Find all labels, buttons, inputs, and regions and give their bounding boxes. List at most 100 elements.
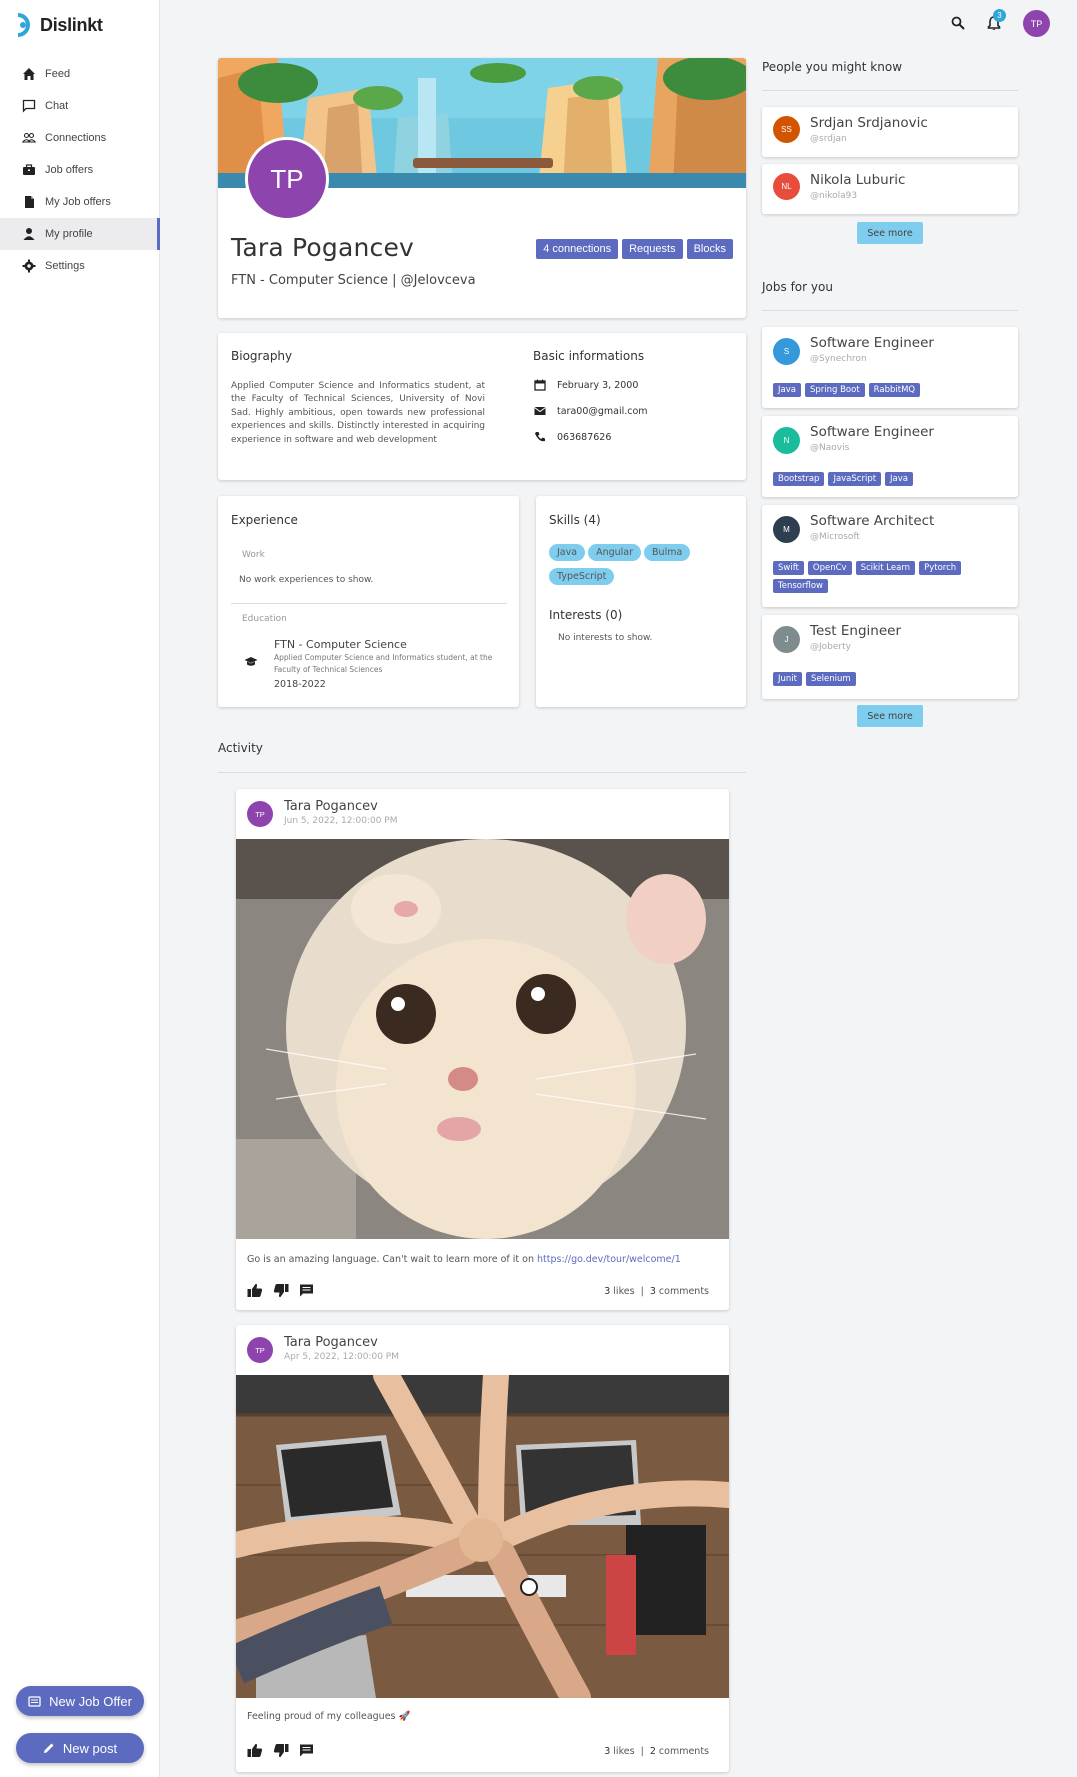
sidebar-item-my-profile[interactable]: My profile — [0, 218, 160, 250]
company-avatar: J — [773, 626, 800, 653]
user-avatar[interactable]: TP — [1023, 10, 1050, 37]
job-card[interactable]: J Test Engineer @Joberty Junit Selenium — [762, 615, 1018, 699]
email-row: tara00@gmail.com — [534, 405, 648, 417]
new-post-button[interactable]: New post — [16, 1733, 144, 1763]
post-avatar[interactable]: TP — [247, 801, 273, 827]
job-title[interactable]: Software Engineer — [810, 335, 934, 351]
brand[interactable]: Dislinkt — [14, 12, 103, 38]
sidebar-item-connections[interactable]: Connections — [0, 122, 160, 154]
jobs-see-more-button[interactable]: See more — [857, 705, 923, 727]
email-value: tara00@gmail.com — [557, 405, 648, 417]
skill-chip[interactable]: Angular — [588, 544, 642, 561]
post-link[interactable]: https://go.dev/tour/welcome/1 — [537, 1254, 681, 1265]
job-tags: Junit Selenium — [773, 672, 1009, 686]
jobs-title: Jobs for you — [762, 280, 833, 294]
document-icon — [25, 196, 34, 208]
new-job-offer-label: New Job Offer — [49, 1693, 132, 1709]
comments-label[interactable]: comments — [659, 1746, 709, 1757]
phone-icon — [535, 432, 545, 442]
work-label: Work — [242, 550, 265, 560]
graduation-cap-icon — [244, 657, 258, 666]
post-author[interactable]: Tara Pogancev — [284, 1335, 378, 1350]
sidebar-item-chat[interactable]: Chat — [0, 90, 160, 122]
company-avatar: S — [773, 338, 800, 365]
post-author[interactable]: Tara Pogancev — [284, 799, 378, 814]
basic-info-title: Basic informations — [533, 349, 645, 363]
sidebar-item-settings[interactable]: Settings — [0, 250, 160, 282]
job-card[interactable]: N Software Engineer @Naovis Bootstrap Ja… — [762, 416, 1018, 497]
job-tag: RabbitMQ — [868, 383, 921, 397]
post-text-body: Go is an amazing language. Can't wait to… — [247, 1254, 538, 1265]
job-card[interactable]: M Software Architect @Microsoft Swift Op… — [762, 505, 1018, 607]
biography-title: Biography — [231, 349, 293, 363]
search-icon[interactable] — [951, 16, 965, 30]
job-tag: Tensorflow — [773, 579, 828, 593]
comment-icon[interactable] — [299, 1283, 314, 1298]
interests-title: Interests (0) — [549, 608, 623, 622]
bio-card: Biography Applied Computer Science and I… — [218, 333, 746, 480]
sidebar-item-label: Chat — [45, 100, 69, 112]
profile-header-card: TP Tara Pogancev FTN - Computer Science … — [218, 58, 746, 318]
comment-icon[interactable] — [299, 1743, 314, 1758]
briefcase-icon — [23, 164, 35, 175]
job-company: @Synechron — [810, 354, 867, 364]
person-name[interactable]: Srdjan Srdjanovic — [810, 115, 928, 131]
thumbs-up-icon[interactable] — [247, 1743, 263, 1758]
sidebar-item-my-job-offers[interactable]: My Job offers — [0, 186, 160, 218]
job-title[interactable]: Software Architect — [810, 513, 934, 529]
calendar-icon — [534, 379, 546, 391]
person-avatar: NL — [773, 173, 800, 200]
person-card[interactable]: NL Nikola Luburic @nikola93 — [762, 164, 1018, 214]
job-tag: Swift — [773, 561, 804, 575]
post-date: Jun 5, 2022, 12:00:00 PM — [284, 816, 398, 826]
education-school: FTN - Computer Science — [274, 638, 407, 651]
job-title[interactable]: Test Engineer — [810, 623, 901, 639]
sidebar-item-job-offers[interactable]: Job offers — [0, 154, 160, 186]
thumbs-down-icon[interactable] — [273, 1283, 289, 1298]
profile-avatar: TP — [245, 137, 329, 221]
skill-chip[interactable]: Java — [549, 544, 586, 561]
new-job-offer-button[interactable]: New Job Offer — [16, 1686, 144, 1716]
skill-chip[interactable]: Bulma — [644, 544, 691, 561]
likes-label[interactable]: likes — [613, 1746, 634, 1757]
post-stats: 3 likes | 2 comments — [604, 1746, 709, 1757]
person-handle: @srdjan — [810, 134, 847, 144]
skill-chip[interactable]: TypeScript — [549, 568, 615, 585]
experience-title: Experience — [231, 513, 298, 527]
likes-label[interactable]: likes — [613, 1286, 634, 1297]
person-name[interactable]: Nikola Luburic — [810, 172, 905, 188]
sidebar-item-label: Settings — [45, 260, 85, 272]
post-date: Apr 5, 2022, 12:00:00 PM — [284, 1352, 399, 1362]
sidebar-item-feed[interactable]: Feed — [0, 58, 160, 90]
post-text: Go is an amazing language. Can't wait to… — [247, 1254, 681, 1265]
requests-button[interactable]: Requests — [622, 239, 683, 259]
thumbs-up-icon[interactable] — [247, 1283, 263, 1298]
comments-label[interactable]: comments — [659, 1286, 709, 1297]
people-see-more-button[interactable]: See more — [857, 222, 923, 244]
job-tag: JavaScript — [828, 472, 882, 486]
pencil-icon — [43, 1743, 54, 1753]
phone-value: 063687626 — [557, 431, 612, 443]
profile-subtitle: FTN - Computer Science | @Jelovceva — [231, 273, 476, 288]
sidebar-item-label: Feed — [45, 68, 71, 80]
biography-text: Applied Computer Science and Informatics… — [231, 381, 485, 445]
job-tag: Scikit Learn — [855, 561, 916, 575]
connections-button[interactable]: 4 connections — [536, 239, 619, 259]
newspaper-icon — [28, 1695, 41, 1707]
job-card[interactable]: S Software Engineer @Synechron Java Spri… — [762, 327, 1018, 408]
job-title[interactable]: Software Engineer — [810, 424, 934, 440]
experience-card: Experience Work No work experiences to s… — [218, 496, 519, 707]
divider — [762, 90, 1018, 91]
post-avatar[interactable]: TP — [247, 1337, 273, 1363]
person-avatar: SS — [773, 116, 800, 143]
interests-empty-text: No interests to show. — [558, 633, 653, 643]
person-card[interactable]: SS Srdjan Srdjanovic @srdjan — [762, 107, 1018, 157]
education-label: Education — [242, 614, 287, 624]
brand-name: Dislinkt — [40, 14, 103, 35]
sidebar-nav: Feed Chat Connections Job offers My Job … — [0, 58, 160, 282]
sidebar: Dislinkt Feed Chat Connections Job offer… — [0, 0, 160, 1777]
thumbs-down-icon[interactable] — [273, 1743, 289, 1758]
blocks-button[interactable]: Blocks — [686, 239, 733, 259]
job-company: @Naovis — [810, 443, 850, 453]
education-years: 2018-2022 — [274, 679, 326, 690]
